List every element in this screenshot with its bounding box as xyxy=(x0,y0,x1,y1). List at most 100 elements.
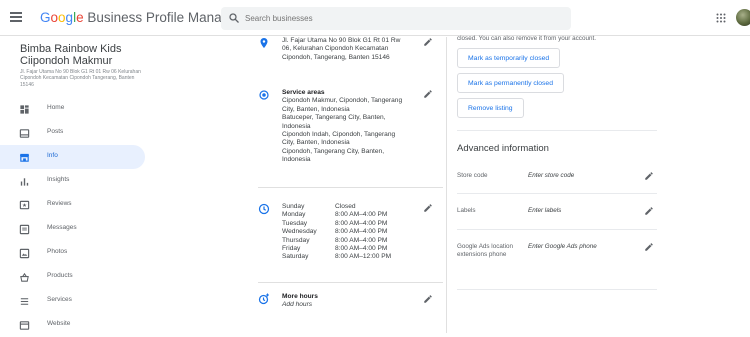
messages-icon xyxy=(19,224,30,235)
store-code-label: Store code xyxy=(457,172,488,179)
home-icon xyxy=(20,105,29,114)
divider xyxy=(258,187,443,188)
hours-time: 8:00 AM–4:00 PM xyxy=(335,245,388,253)
mark-temporarily-closed-button[interactable]: Mark as temporarily closed xyxy=(457,48,561,68)
address-line: Jl. Fajar Utama No 90 Blok G1 Rt 01 Rw xyxy=(282,37,401,44)
hours-time: 8:00 AM–4:00 PM xyxy=(335,228,388,236)
edit-store-code-pencil-icon[interactable] xyxy=(644,171,654,181)
add-hours-link[interactable]: Add hours xyxy=(282,301,432,309)
hours-time: 8:00 AM–4:00 PM xyxy=(335,219,388,227)
location-pin-icon xyxy=(260,38,268,48)
posts-icon xyxy=(19,129,30,138)
divider xyxy=(457,130,657,131)
search-input[interactable] xyxy=(245,10,545,27)
clock-icon xyxy=(258,203,270,215)
sidebar-item-info[interactable]: Info xyxy=(0,145,145,169)
account-avatar[interactable] xyxy=(736,9,750,26)
sidebar-item-posts[interactable]: Posts xyxy=(0,121,145,145)
service-area-line: Cipondoh, Tangerang City, Banten, xyxy=(282,147,385,155)
service-areas-title: Service areas xyxy=(282,89,325,96)
search-icon xyxy=(229,13,239,23)
sidebar: Bimba Rainbow Kids Ciipondoh Makmur Jl. … xyxy=(0,37,148,333)
edit-google-ads-phone-pencil-icon[interactable] xyxy=(644,242,654,252)
hours-day: Wednesday xyxy=(282,228,317,236)
products-icon xyxy=(20,272,29,282)
sidebar-item-label: Messages xyxy=(47,224,77,231)
insights-icon xyxy=(20,178,29,186)
service-area-line: Cipondoh Makmur, Cipondoh, Tangerang xyxy=(282,97,403,105)
labels-field[interactable]: Enter labels xyxy=(528,207,561,214)
sidebar-item-label: Home xyxy=(47,104,65,111)
hamburger-menu-icon[interactable] xyxy=(10,12,22,22)
divider xyxy=(457,193,657,194)
divider xyxy=(457,289,657,290)
edit-more-hours-pencil-icon[interactable] xyxy=(423,294,433,304)
hours-time: Closed xyxy=(335,203,356,210)
google-ads-phone-field[interactable]: Enter Google Ads phone xyxy=(528,243,597,250)
product-name: Business Profile Manager xyxy=(87,10,242,25)
hours-day: Tuesday xyxy=(282,219,308,227)
sidebar-item-insights[interactable]: Insights xyxy=(0,169,145,193)
sidebar-item-label: Services xyxy=(47,296,72,303)
more-hours-title: More hours xyxy=(282,293,318,300)
info-store-icon xyxy=(19,153,30,162)
sidebar-item-reviews[interactable]: Reviews xyxy=(0,193,145,217)
service-area-target-icon xyxy=(259,90,269,100)
reviews-icon xyxy=(19,200,30,210)
sidebar-item-home[interactable]: Home xyxy=(0,97,145,121)
sidebar-item-label: Website xyxy=(47,320,71,327)
divider xyxy=(258,282,443,283)
divider xyxy=(457,229,657,230)
search-box[interactable] xyxy=(221,7,571,30)
edit-hours-pencil-icon[interactable] xyxy=(423,203,433,213)
sidebar-item-website[interactable]: Website xyxy=(0,313,145,337)
edit-labels-pencil-icon[interactable] xyxy=(644,206,654,216)
more-hours-clock-plus-icon xyxy=(258,293,269,305)
address-text: Jl. Fajar Utama No 90 Blok G1 Rt 01 Rw 06… xyxy=(282,37,432,62)
service-area-line: City, Banten, Indonesia xyxy=(282,105,350,113)
service-area-line: Batuceper, Tangerang City, Banten, xyxy=(282,114,386,122)
top-bar: Google Business Profile Manager xyxy=(0,0,750,36)
hours-day: Saturday xyxy=(282,253,309,261)
sidebar-item-messages[interactable]: Messages xyxy=(0,217,145,241)
services-icon xyxy=(20,298,29,305)
service-areas-text: Service areas Cipondoh Makmur, Cipondoh,… xyxy=(282,89,432,165)
labels-label: Labels xyxy=(457,207,476,214)
google-wordmark: Google xyxy=(40,10,84,25)
hours-time: 8:00 AM–4:00 PM xyxy=(335,236,388,244)
edit-service-areas-pencil-icon[interactable] xyxy=(423,89,433,99)
sidebar-item-label: Products xyxy=(47,272,73,279)
advanced-information-title: Advanced information xyxy=(457,143,549,154)
service-area-line: Indonesia xyxy=(282,122,311,130)
photos-icon xyxy=(19,248,30,259)
service-area-line: City, Banten, Indonesia xyxy=(282,139,350,147)
sidebar-item-label: Photos xyxy=(47,248,68,255)
sidebar-item-label: Info xyxy=(47,152,58,159)
website-icon xyxy=(19,321,30,330)
hours-day: Monday xyxy=(282,211,306,219)
hours-day: Friday xyxy=(282,245,301,253)
service-area-line: Indonesia xyxy=(282,156,311,164)
address-line: Cipondoh, Tangerang, Banten 15146 xyxy=(282,53,390,61)
column-divider xyxy=(446,37,447,333)
sidebar-item-photos[interactable]: Photos xyxy=(0,241,145,265)
hours-day: Sunday xyxy=(282,203,305,210)
hours-table: Sunday Closed Monday 8:00 AM–4:00 PM Tuesday… xyxy=(282,203,425,262)
sidebar-item-products[interactable]: Products xyxy=(0,265,145,289)
service-area-line: Cipondoh Indah, Cipondoh, Tangerang xyxy=(282,131,396,139)
business-address: Jl. Fajar Utama No 90 Blok G1 Rt 01 Rw 0… xyxy=(20,69,141,88)
mark-permanently-closed-button[interactable]: Mark as permanently closed xyxy=(457,73,564,93)
product-logo[interactable]: Google Business Profile Manager xyxy=(40,10,241,25)
store-code-field[interactable]: Enter store code xyxy=(528,172,574,179)
more-hours-text: More hours Add hours xyxy=(282,293,432,310)
edit-address-pencil-icon[interactable] xyxy=(423,37,433,47)
apps-grid-icon[interactable] xyxy=(716,13,726,23)
hours-time: 8:00 AM–4:00 PM xyxy=(335,211,388,219)
sidebar-item-label: Insights xyxy=(47,176,70,183)
hours-time: 8:00 AM–12:00 PM xyxy=(335,253,392,261)
sidebar-item-services[interactable]: Services xyxy=(0,289,145,313)
remove-listing-button[interactable]: Remove listing xyxy=(457,98,524,118)
close-notice-text: closed. You can also remove it from your… xyxy=(457,35,596,42)
sidebar-item-label: Posts xyxy=(47,128,64,135)
business-name: Bimba Rainbow Kids Ciipondoh Makmur xyxy=(20,43,122,67)
